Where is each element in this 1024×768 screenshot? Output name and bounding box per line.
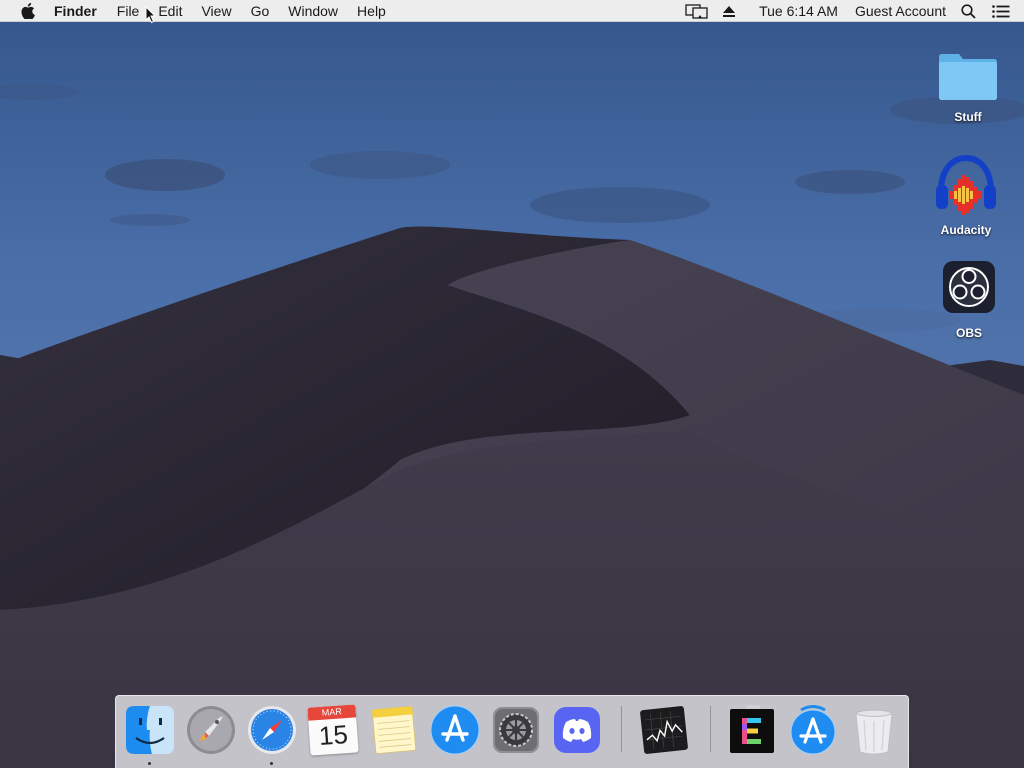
launchpad-icon	[187, 706, 235, 754]
system-preferences-icon	[493, 707, 539, 753]
running-indicator-safari	[270, 762, 273, 765]
e-app-icon	[730, 705, 774, 753]
obs-icon	[924, 260, 1014, 316]
desktop-icon-label: OBS	[955, 326, 982, 340]
app-store-downloads-icon	[790, 705, 836, 755]
dock-notes[interactable]	[368, 704, 420, 756]
mojave-wallpaper	[0, 0, 1024, 768]
dock-app-store-downloads[interactable]	[787, 704, 839, 756]
dock-safari[interactable]	[246, 704, 298, 756]
dock-trash[interactable]	[848, 704, 900, 756]
menu-go[interactable]: Go	[251, 3, 270, 19]
calendar-icon: MAR 15	[307, 704, 359, 756]
app-store-icon	[430, 705, 480, 755]
notification-center-icon[interactable]	[991, 0, 1011, 22]
dock-launchpad[interactable]	[185, 704, 237, 756]
dock-stocks[interactable]	[638, 704, 690, 756]
finder-icon	[126, 706, 174, 754]
desktop[interactable]	[0, 0, 1024, 768]
dock-separator	[710, 706, 711, 752]
menu-clock[interactable]: Tue 6:14 AM	[759, 3, 838, 19]
dock-finder[interactable]	[124, 704, 176, 756]
dock-app-store[interactable]	[429, 704, 481, 756]
spotlight-search-icon[interactable]	[959, 0, 977, 22]
audacity-icon	[921, 155, 1011, 217]
mouse-cursor-icon	[145, 6, 157, 24]
notes-icon	[371, 706, 417, 754]
dock-system-preferences[interactable]	[490, 704, 542, 756]
folder-icon	[923, 45, 1013, 101]
calendar-day: 15	[317, 719, 349, 751]
dock: MAR 15	[115, 695, 909, 768]
menu-user-account[interactable]: Guest Account	[855, 3, 946, 19]
desktop-icon-label: Stuff	[954, 110, 982, 124]
stocks-icon	[640, 706, 688, 754]
menu-file[interactable]: File	[117, 3, 140, 19]
safari-icon	[248, 706, 296, 754]
running-indicator-finder	[148, 762, 151, 765]
desktop-icon-label: Audacity	[940, 223, 992, 237]
desktop-icon-obs[interactable]: OBS	[924, 260, 1014, 340]
menu-view[interactable]: View	[201, 3, 231, 19]
dock-calendar[interactable]: MAR 15	[307, 704, 359, 756]
airplay-display-icon[interactable]	[683, 0, 711, 22]
trash-icon	[855, 709, 893, 755]
dock-discord[interactable]	[551, 704, 603, 756]
menu-help[interactable]: Help	[357, 3, 386, 19]
desktop-icon-audacity[interactable]: Audacity	[921, 155, 1011, 237]
dock-separator	[621, 706, 622, 752]
apple-menu-icon[interactable]	[18, 0, 38, 22]
desktop-icon-stuff[interactable]: Stuff	[923, 45, 1013, 124]
dock-e-app[interactable]	[726, 704, 778, 756]
discord-icon	[554, 707, 600, 753]
menu-app-name[interactable]: Finder	[54, 3, 97, 19]
menu-window[interactable]: Window	[288, 3, 338, 19]
menu-edit[interactable]: Edit	[158, 3, 182, 19]
eject-icon[interactable]	[721, 0, 737, 22]
